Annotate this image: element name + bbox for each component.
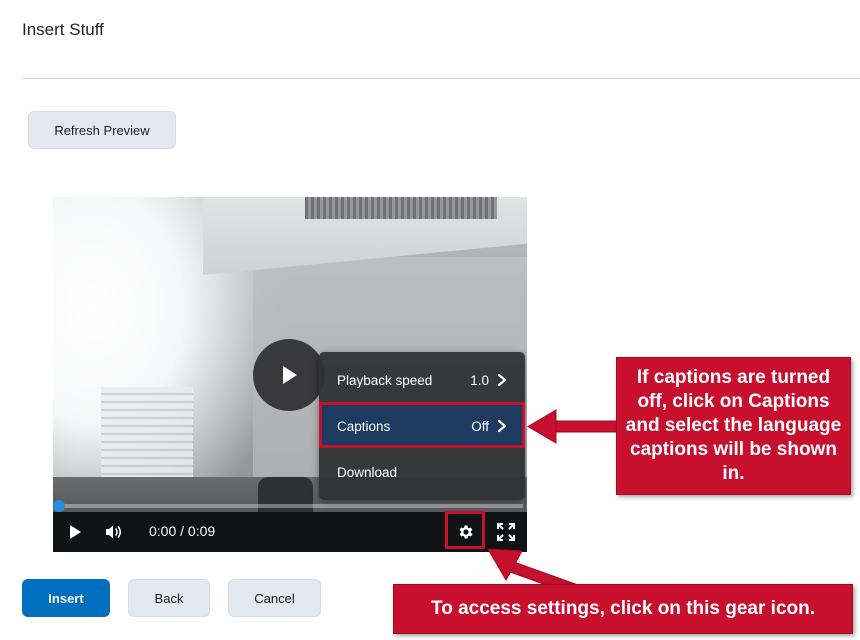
volume-icon xyxy=(106,525,122,539)
captions-callout: If captions are turned off, click on Cap… xyxy=(616,357,851,495)
page-title: Insert Stuff xyxy=(22,20,104,39)
play-button[interactable] xyxy=(65,520,85,544)
chevron-right-icon xyxy=(497,373,507,387)
video-control-bar: 0:00 / 0:09 xyxy=(53,512,527,552)
video-player[interactable]: Playback speed 1.0 Captions Off Download xyxy=(53,197,527,552)
chevron-right-icon xyxy=(497,419,507,433)
play-icon xyxy=(283,366,297,384)
insert-button[interactable]: Insert xyxy=(22,579,110,617)
video-ceiling-vent xyxy=(305,197,497,219)
gear-callout: To access settings, click on this gear i… xyxy=(393,584,853,634)
settings-menu: Playback speed 1.0 Captions Off Download xyxy=(319,352,525,500)
fullscreen-button[interactable] xyxy=(493,519,519,545)
refresh-preview-button[interactable]: Refresh Preview xyxy=(28,111,176,149)
header-divider xyxy=(22,78,860,79)
big-play-button[interactable] xyxy=(253,339,325,411)
gear-icon xyxy=(459,525,473,539)
settings-button[interactable] xyxy=(451,517,481,547)
progress-knob[interactable] xyxy=(53,500,65,512)
video-chair xyxy=(258,477,313,517)
time-display: 0:00 / 0:09 xyxy=(149,523,216,539)
back-button[interactable]: Back xyxy=(128,579,210,617)
menu-item-label: Captions xyxy=(337,418,391,434)
menu-item-value: 1.0 xyxy=(470,372,489,388)
cancel-button[interactable]: Cancel xyxy=(228,579,321,617)
menu-item-download[interactable]: Download xyxy=(319,450,525,494)
menu-item-captions[interactable]: Captions Off xyxy=(319,404,525,448)
volume-button[interactable] xyxy=(103,520,125,544)
menu-item-playback-speed[interactable]: Playback speed 1.0 xyxy=(319,358,525,402)
captions-arrow xyxy=(527,409,619,444)
fullscreen-icon xyxy=(497,523,515,541)
play-icon xyxy=(70,525,81,539)
menu-item-value: Off xyxy=(471,418,489,434)
menu-item-label: Playback speed xyxy=(337,372,433,388)
progress-track[interactable] xyxy=(57,504,523,508)
menu-item-label: Download xyxy=(337,464,398,480)
